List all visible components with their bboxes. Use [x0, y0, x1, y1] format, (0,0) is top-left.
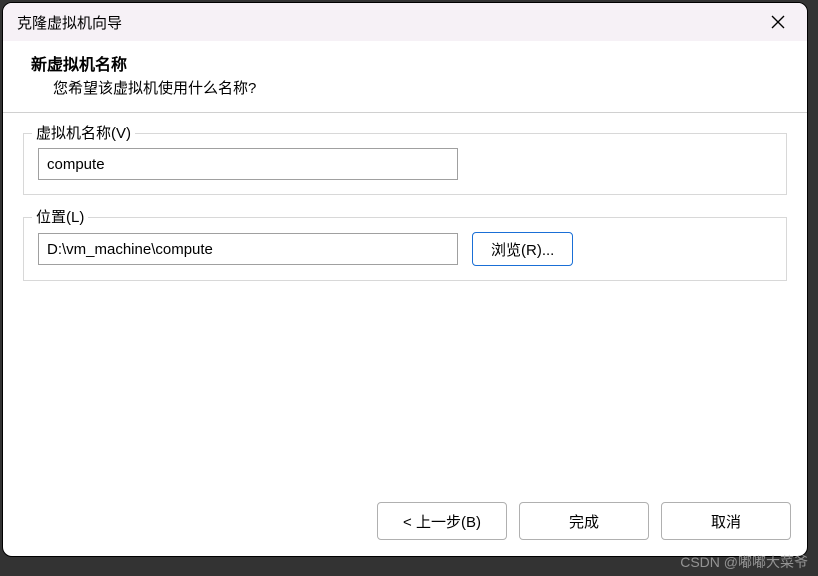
- back-button[interactable]: < 上一步(B): [377, 502, 507, 540]
- location-input[interactable]: [38, 233, 458, 265]
- vm-name-label: 虚拟机名称(V): [32, 122, 135, 143]
- location-label: 位置(L): [32, 206, 88, 227]
- clone-vm-wizard-dialog: 克隆虚拟机向导 新虚拟机名称 您希望该虚拟机使用什么名称? 虚拟机名称(V) 位…: [2, 2, 808, 557]
- titlebar: 克隆虚拟机向导: [3, 3, 807, 41]
- close-icon: [770, 14, 786, 30]
- page-subtitle: 您希望该虚拟机使用什么名称?: [53, 77, 787, 98]
- page-title: 新虚拟机名称: [31, 51, 787, 75]
- wizard-content: 虚拟机名称(V) 位置(L) 浏览(R)...: [3, 113, 807, 488]
- browse-button[interactable]: 浏览(R)...: [472, 232, 573, 266]
- location-row: 浏览(R)...: [38, 232, 772, 266]
- wizard-footer: < 上一步(B) 完成 取消: [3, 488, 807, 556]
- finish-button[interactable]: 完成: [519, 502, 649, 540]
- close-button[interactable]: [763, 7, 793, 37]
- cancel-button[interactable]: 取消: [661, 502, 791, 540]
- wizard-header: 新虚拟机名称 您希望该虚拟机使用什么名称?: [3, 41, 807, 113]
- vm-name-fieldset: 虚拟机名称(V): [23, 133, 787, 195]
- location-fieldset: 位置(L) 浏览(R)...: [23, 217, 787, 281]
- dialog-title: 克隆虚拟机向导: [17, 12, 122, 33]
- vm-name-input[interactable]: [38, 148, 458, 180]
